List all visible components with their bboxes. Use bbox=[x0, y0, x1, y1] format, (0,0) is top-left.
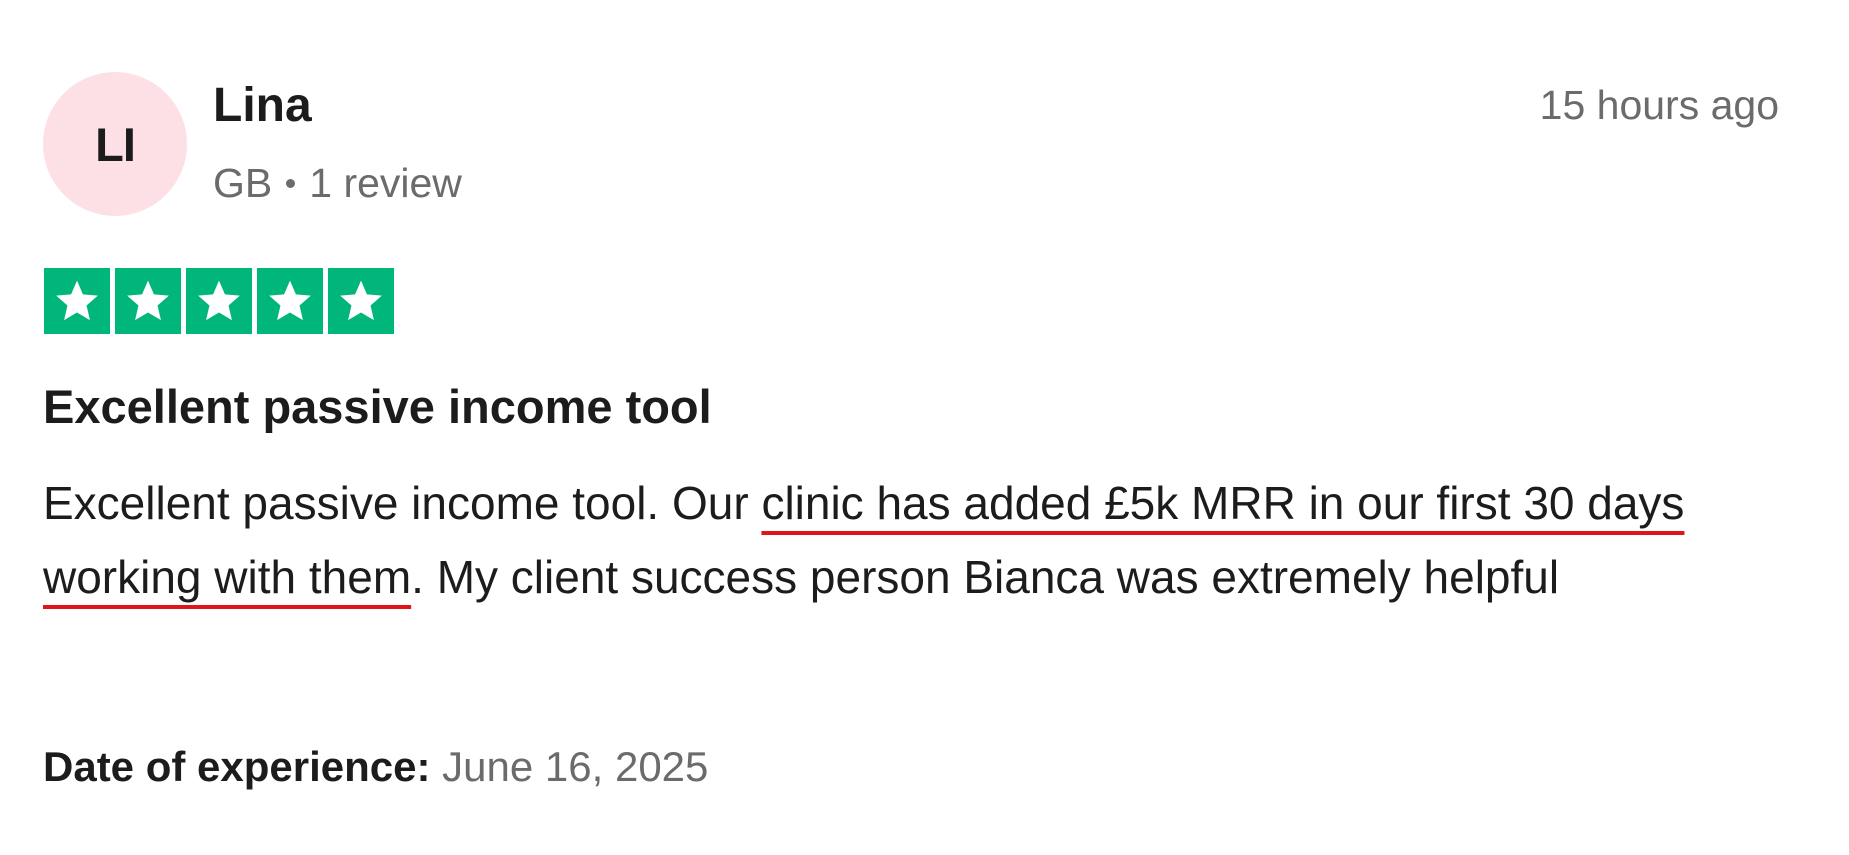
reviewer-name[interactable]: Lina bbox=[213, 78, 312, 134]
review-timestamp: 15 hours ago bbox=[1539, 82, 1779, 128]
review-card: LI Lina GB 1 review 15 hours ago Excelle… bbox=[0, 0, 1849, 855]
reviewer-meta: GB 1 review bbox=[213, 158, 462, 208]
review-body: Excellent passive income tool. Our clini… bbox=[43, 466, 1783, 614]
star-icon bbox=[328, 268, 394, 334]
star-rating bbox=[44, 268, 394, 334]
separator-dot bbox=[286, 178, 296, 188]
reviewer-review-count: 1 review bbox=[309, 160, 462, 206]
reviewer-country: GB bbox=[213, 160, 273, 206]
star-icon bbox=[186, 268, 252, 334]
avatar[interactable]: LI bbox=[43, 72, 187, 216]
date-of-experience-label: Date of experience: bbox=[43, 743, 431, 790]
avatar-initials: LI bbox=[95, 117, 136, 171]
review-body-text: Excellent passive income tool. Our bbox=[43, 477, 762, 529]
star-icon bbox=[115, 268, 181, 334]
review-body-text-end: . My client success person Bianca was ex… bbox=[411, 551, 1560, 603]
date-of-experience-value: June 16, 2025 bbox=[442, 743, 709, 790]
date-of-experience: Date of experience: June 16, 2025 bbox=[43, 741, 708, 793]
review-title[interactable]: Excellent passive income tool bbox=[43, 379, 712, 435]
star-icon bbox=[44, 268, 110, 334]
star-icon bbox=[257, 268, 323, 334]
